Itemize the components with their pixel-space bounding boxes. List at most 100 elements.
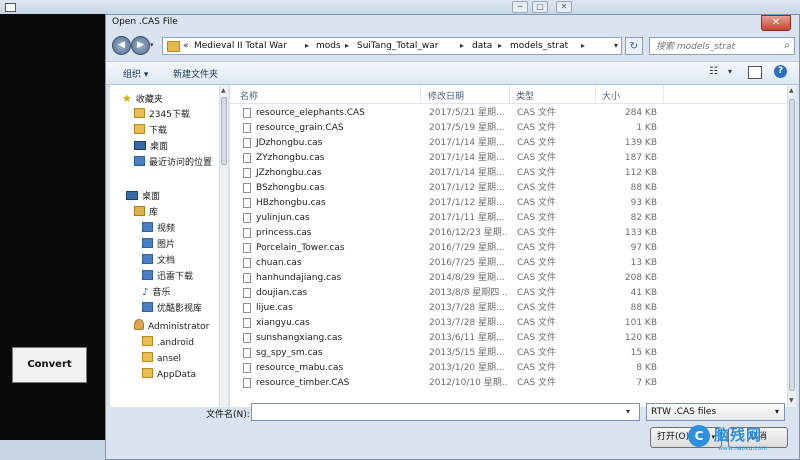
file-icon <box>243 318 251 328</box>
file-type: CAS 文件 <box>517 183 557 193</box>
file-row[interactable]: chuan.cas 2016/7/25 星期... CAS 文件 13 KB <box>230 256 787 271</box>
thunder-download-icon <box>142 270 153 280</box>
file-date: 2013/8/8 星期四 ... <box>429 288 507 298</box>
breadcrumb-separator[interactable]: ▸ <box>581 41 585 50</box>
nav-item-ansel[interactable]: ansel <box>142 351 181 367</box>
nav-item-pictures[interactable]: 图片 <box>142 237 175 253</box>
file-type: CAS 文件 <box>517 318 557 328</box>
file-type: CAS 文件 <box>517 243 557 253</box>
file-row[interactable]: yulinjun.cas 2017/1/11 星期... CAS 文件 82 KB <box>230 211 787 226</box>
preview-pane-icon[interactable] <box>748 66 762 79</box>
column-header-name[interactable]: 名称 <box>240 89 258 102</box>
nav-item-desktop-fav[interactable]: 桌面 <box>134 139 168 155</box>
column-divider[interactable] <box>420 85 421 103</box>
nav-item-downloads[interactable]: 下载 <box>134 123 167 139</box>
nav-item-libraries[interactable]: 库 <box>134 205 158 221</box>
file-row[interactable]: doujian.cas 2013/8/8 星期四 ... CAS 文件 41 KB <box>230 286 787 301</box>
convert-button[interactable]: Convert <box>12 347 87 383</box>
maximize-button[interactable]: □ <box>532 1 548 13</box>
file-row[interactable]: resource_grain.CAS 2017/5/19 星期... CAS 文件 1… <box>230 121 787 136</box>
scroll-up-icon[interactable]: ▲ <box>221 87 226 94</box>
nav-item-favorites[interactable]: ★ 收藏夹 <box>122 91 163 107</box>
back-arrow-icon[interactable]: ◀ <box>112 36 131 55</box>
address-bar[interactable]: « Medieval II Total War ▸ mods ▸ SuiTang… <box>162 37 622 55</box>
file-name: JDzhongbu.cas <box>256 138 323 148</box>
recent-dropdown-icon[interactable]: ▾ <box>150 41 158 49</box>
file-row[interactable]: lijue.cas 2013/7/28 星期... CAS 文件 88 KB <box>230 301 787 316</box>
file-row[interactable]: resource_timber.CAS 2012/10/10 星期... CAS 文… <box>230 376 787 391</box>
column-divider[interactable] <box>663 85 664 103</box>
breadcrumb-separator[interactable]: ▸ <box>345 41 349 50</box>
refresh-icon[interactable]: ↻ <box>625 37 643 55</box>
file-row[interactable]: resource_elephants.CAS 2017/5/21 星期... CAS… <box>230 106 787 121</box>
organize-button[interactable]: 组织 ▾ <box>123 67 148 80</box>
breadcrumb-models-strat[interactable]: models_strat <box>510 41 568 51</box>
file-row[interactable]: Porcelain_Tower.cas 2016/7/29 星期... CAS 文件… <box>230 241 787 256</box>
breadcrumb-separator[interactable]: ▸ <box>305 41 309 50</box>
nav-item-videos[interactable]: 视频 <box>142 221 175 237</box>
new-folder-button[interactable]: 新建文件夹 <box>173 67 218 80</box>
breadcrumb-data[interactable]: data <box>472 41 492 51</box>
scroll-up-icon[interactable]: ▲ <box>789 87 794 94</box>
nav-item-thunder-download[interactable]: 迅雷下载 <box>142 269 193 285</box>
column-divider[interactable] <box>595 85 596 103</box>
nav-item-android[interactable]: .android <box>142 335 194 351</box>
column-header-size[interactable]: 大小 <box>602 89 620 102</box>
file-row[interactable]: BSzhongbu.cas 2017/1/12 星期... CAS 文件 88 KB <box>230 181 787 196</box>
help-icon[interactable]: ? <box>774 65 787 78</box>
file-row[interactable]: ZYzhongbu.cas 2017/1/14 星期... CAS 文件 187 KB <box>230 151 787 166</box>
address-dropdown-icon[interactable]: ▾ <box>614 41 618 50</box>
breadcrumb-mods[interactable]: mods <box>316 41 341 51</box>
forward-arrow-icon[interactable]: ▶ <box>131 36 150 55</box>
nav-item-2345-download[interactable]: 2345下载 <box>134 107 190 123</box>
close-button[interactable]: ✕ <box>556 1 572 13</box>
nav-item-documents[interactable]: 文档 <box>142 253 175 269</box>
file-row[interactable]: sg_spy_sm.cas 2013/5/15 星期... CAS 文件 15 KB <box>230 346 787 361</box>
view-options-icon[interactable]: ☷ <box>709 66 718 77</box>
youku-library-icon <box>142 302 153 312</box>
search-input[interactable] <box>654 39 778 55</box>
breadcrumb-separator[interactable]: ▸ <box>460 41 464 50</box>
file-date: 2016/7/25 星期... <box>429 258 505 268</box>
file-list: 名称 修改日期 类型 大小 resource_elephants.CAS 2017… <box>230 85 787 407</box>
search-box[interactable]: ⌕ <box>649 37 795 55</box>
file-type: CAS 文件 <box>517 273 557 283</box>
column-divider[interactable] <box>509 85 510 103</box>
breadcrumb-suitang[interactable]: SuiTang_Total_war <box>357 41 438 51</box>
column-header-type[interactable]: 类型 <box>516 89 534 102</box>
navigation-scrollbar[interactable]: ▲ <box>219 85 228 407</box>
search-icon[interactable]: ⌕ <box>784 40 790 51</box>
view-dropdown-icon[interactable]: ▾ <box>728 67 732 76</box>
filename-dropdown-icon[interactable]: ▾ <box>626 407 630 416</box>
breadcrumb-separator[interactable]: ▸ <box>498 41 502 50</box>
folder-icon <box>142 352 153 362</box>
nav-item-recent-places[interactable]: 最近访问的位置 <box>134 155 212 171</box>
scrollbar-thumb[interactable] <box>789 99 795 391</box>
file-row[interactable]: resource_mabu.cas 2013/1/20 星期... CAS 文件 8 … <box>230 361 787 376</box>
file-list-scrollbar[interactable]: ▲ ▼ <box>787 85 796 407</box>
column-header-date[interactable]: 修改日期 <box>428 89 464 102</box>
nav-item-youku[interactable]: 优酷影视库 <box>142 301 202 317</box>
scrollbar-thumb[interactable] <box>221 97 227 165</box>
file-type-filter[interactable]: RTW .CAS files ▾ <box>646 403 785 421</box>
dialog-close-button[interactable]: ✕ <box>761 15 791 31</box>
file-row[interactable]: HBzhongbu.cas 2017/1/12 星期... CAS 文件 93 KB <box>230 196 787 211</box>
filename-input[interactable] <box>251 403 640 421</box>
file-row[interactable]: sunshangxiang.cas 2013/6/11 星期... CAS 文件 12… <box>230 331 787 346</box>
file-type: CAS 文件 <box>517 108 557 118</box>
breadcrumb-overflow[interactable]: « <box>183 41 189 51</box>
watermark-logo-icon: C <box>688 425 710 447</box>
nav-item-desktop[interactable]: 桌面 <box>126 189 160 205</box>
file-date: 2016/7/29 星期... <box>429 243 505 253</box>
minimize-button[interactable]: ─ <box>512 1 528 13</box>
file-row[interactable]: hanhundajiang.cas 2014/8/29 星期... CAS 文件 20… <box>230 271 787 286</box>
scroll-down-icon[interactable]: ▼ <box>789 397 794 404</box>
nav-item-administrator[interactable]: Administrator <box>134 319 209 335</box>
file-row[interactable]: xiangyu.cas 2013/7/28 星期... CAS 文件 101 KB <box>230 316 787 331</box>
file-row[interactable]: JZzhongbu.cas 2017/1/14 星期... CAS 文件 112 KB <box>230 166 787 181</box>
file-row[interactable]: JDzhongbu.cas 2017/1/14 星期... CAS 文件 139 KB <box>230 136 787 151</box>
nav-item-appdata[interactable]: AppData <box>142 367 196 383</box>
nav-item-music[interactable]: ♪ 音乐 <box>142 285 170 301</box>
file-row[interactable]: princess.cas 2016/12/23 星期... CAS 文件 133 KB <box>230 226 787 241</box>
breadcrumb-medieval[interactable]: Medieval II Total War <box>194 41 287 51</box>
